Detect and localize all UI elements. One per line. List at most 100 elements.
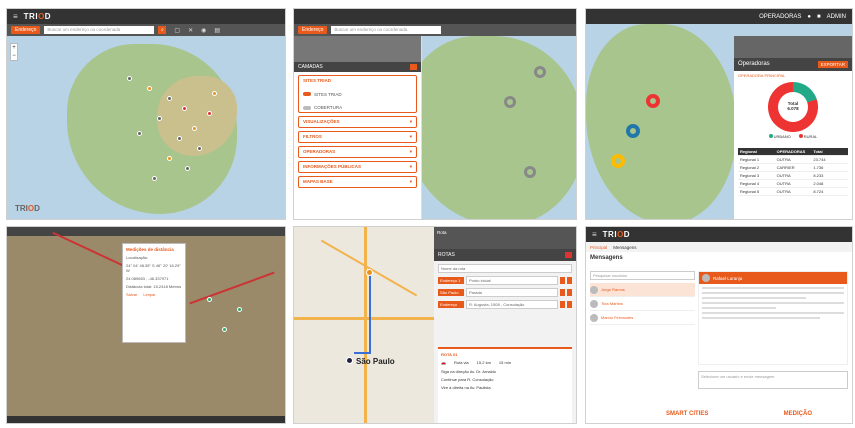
cluster-marker[interactable]: [504, 96, 516, 108]
message-body: [699, 287, 847, 319]
tab-messages[interactable]: Mensagens: [613, 245, 636, 250]
export-button[interactable]: EXPORTAR: [817, 61, 848, 68]
reply-input[interactable]: Selecione um usuário e envie mensagem: [698, 371, 848, 389]
toolbar-icon[interactable]: ▢: [174, 27, 180, 34]
stop-input[interactable]: Ponto inicial: [466, 276, 558, 285]
chart-legend: URBANO RURAL: [734, 134, 852, 139]
cluster-marker[interactable]: [524, 166, 536, 178]
clear-link[interactable]: Limpar: [143, 292, 155, 297]
map-pin[interactable]: [192, 126, 197, 131]
map-pin[interactable]: [157, 116, 162, 121]
map-pin[interactable]: [182, 106, 187, 111]
list-item[interactable]: Marcio Fernandes: [590, 311, 695, 325]
map-pin[interactable]: [137, 131, 142, 136]
cluster-marker[interactable]: [611, 154, 625, 168]
toggle-row[interactable]: COBERTURA: [303, 105, 412, 110]
tab-route[interactable]: Rota: [434, 227, 450, 238]
popup-title: Medições de distância: [126, 247, 174, 252]
stop-action-button[interactable]: [560, 289, 565, 296]
route-end-pin[interactable]: [346, 357, 353, 364]
tab-home[interactable]: Principal: [590, 245, 607, 250]
map-pin[interactable]: [177, 136, 182, 141]
table-row[interactable]: Regional 3 OUTRA 8.233: [738, 172, 848, 180]
toolbar-icon[interactable]: ◉: [201, 27, 206, 34]
map-pin[interactable]: [167, 156, 172, 161]
map-pin[interactable]: [207, 297, 212, 302]
section-public-info[interactable]: INFORMAÇÕES PÚBLICAS ▾: [298, 161, 417, 173]
panel-routes: São Paulo Rota ROTAS Nome da rota Endere…: [293, 226, 577, 424]
toolbar-icon[interactable]: ▤: [214, 27, 220, 34]
legend-item: RURAL: [798, 134, 817, 139]
user-search-input[interactable]: Pesquisar usuários: [590, 271, 695, 280]
cluster-marker[interactable]: [534, 66, 546, 78]
zoom-out-button[interactable]: −: [11, 52, 17, 60]
map-pin[interactable]: [152, 176, 157, 181]
donut-chart[interactable]: Total 6.078: [768, 82, 818, 132]
map-pin[interactable]: [212, 91, 217, 96]
toolbar-icon[interactable]: ✕: [188, 27, 193, 34]
toggle-row[interactable]: SITES TRIAD: [303, 92, 412, 97]
bell-icon[interactable]: ●: [807, 14, 811, 20]
map-land: [404, 36, 576, 219]
route-name-input[interactable]: Nome da rota: [438, 264, 572, 273]
card-title: Operadoras: [738, 61, 770, 67]
menu-icon[interactable]: ≡: [13, 12, 18, 21]
map-pin[interactable]: [147, 86, 152, 91]
stop-action-button[interactable]: [560, 301, 565, 308]
route-start-pin[interactable]: [366, 269, 373, 276]
section-sites[interactable]: SITES TRIAD SITES TRIAD COBERTURA: [298, 75, 417, 113]
cart-icon[interactable]: ■: [817, 14, 821, 20]
map-pin[interactable]: [207, 111, 212, 116]
address-button[interactable]: Endereço: [11, 26, 41, 34]
toggle-switch[interactable]: [303, 105, 311, 110]
map-pin[interactable]: [167, 96, 172, 101]
toggle-switch[interactable]: [303, 92, 311, 96]
panel-operators: OPERADORAS ● ■ ADMIN Operadoras EXPORTAR…: [585, 8, 853, 220]
stop-input[interactable]: R. Augusta, 1508 - Consolação: [466, 300, 558, 309]
footer-logo-right: MEDIÇÃO: [783, 411, 812, 417]
section-base-maps[interactable]: MAPAS BASE ▾: [298, 176, 417, 188]
map-pin[interactable]: [185, 166, 190, 171]
messages-title: Mensagens: [590, 255, 623, 261]
search-input[interactable]: Buscar um endereço ou coordenada: [331, 26, 442, 34]
stop-action-button[interactable]: [567, 289, 572, 296]
stop-input[interactable]: Parada: [466, 288, 558, 297]
avatar: [590, 299, 598, 308]
table-row[interactable]: Regional 2 CARRIER 1.736: [738, 164, 848, 172]
section-visualizations[interactable]: VISUALIZAÇÕES ▾: [298, 116, 417, 128]
address-button[interactable]: Endereço: [298, 26, 328, 34]
table-row[interactable]: Regional 4 OUTRA 2.048: [738, 180, 848, 188]
map-canvas[interactable]: [7, 36, 285, 219]
stop-action-button[interactable]: [567, 277, 572, 284]
map-pin[interactable]: [222, 327, 227, 332]
search-input[interactable]: Buscar um endereço ou coordenada: [44, 26, 155, 34]
operators-label[interactable]: OPERADORAS: [759, 14, 801, 20]
close-icon[interactable]: [565, 252, 572, 258]
close-icon[interactable]: [410, 64, 417, 70]
cluster-marker[interactable]: [646, 94, 660, 108]
routes-header: Rota: [434, 227, 576, 249]
save-link[interactable]: Salvar: [126, 292, 137, 297]
search-icon[interactable]: ⌕: [158, 26, 167, 34]
cluster-marker[interactable]: [626, 124, 640, 138]
table-row[interactable]: Regional 1 OUTRA 23.744: [738, 156, 848, 164]
map-pin[interactable]: [127, 76, 132, 81]
avatar: [590, 285, 598, 294]
map-pin[interactable]: [197, 146, 202, 151]
popup-line: 24° 04' 48.35" S 46° 20' 16.29" W: [126, 263, 181, 273]
section-operators[interactable]: OPERADORAS ▾: [298, 146, 417, 158]
section-filters[interactable]: FILTROS ▾: [298, 131, 417, 143]
table-row[interactable]: Regional 5 OUTRA 8.724: [738, 188, 848, 196]
route-card-title: ROTA 01: [441, 352, 458, 357]
street-map[interactable]: São Paulo: [294, 227, 434, 423]
user-menu[interactable]: ADMIN: [827, 14, 846, 20]
stop-action-button[interactable]: [560, 277, 565, 284]
list-item[interactable]: Jorge Ramos: [590, 283, 695, 297]
zoom-in-button[interactable]: +: [11, 44, 17, 52]
route-summary-card: ROTA 01 🚗 Rota via 15,2 km 15 min Siga n…: [438, 347, 572, 423]
stop-action-button[interactable]: [567, 301, 572, 308]
map-pin[interactable]: [237, 307, 242, 312]
menu-icon[interactable]: ≡: [592, 230, 597, 239]
chevron-down-icon: ▾: [409, 119, 412, 124]
list-item[interactable]: Tina Martins: [590, 297, 695, 311]
